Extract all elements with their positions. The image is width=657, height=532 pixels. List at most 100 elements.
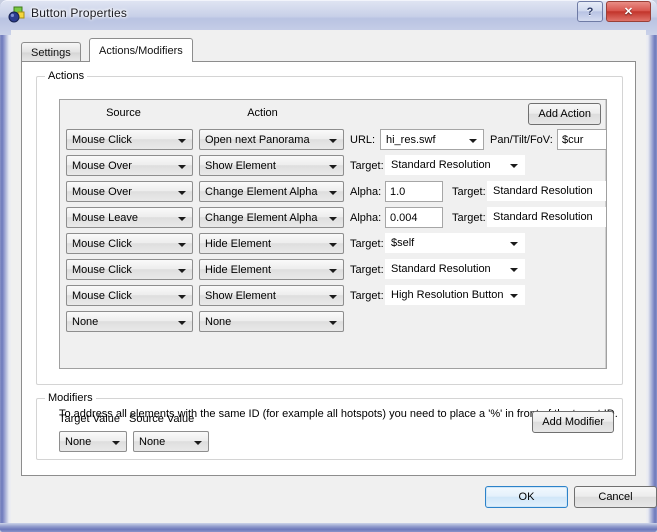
action-row: None None: [60, 311, 606, 338]
action-row-4-target-label: Target:: [452, 211, 486, 224]
action-row-5-source-select[interactable]: Mouse Click: [66, 233, 193, 254]
tab-strip: Settings Actions/Modifiers: [21, 38, 636, 62]
cancel-button-label: Cancel: [598, 491, 633, 503]
action-row-6-target-label: Target:: [350, 263, 384, 276]
action-row-5-target-select[interactable]: $self: [385, 233, 525, 253]
action-row-5-target-value: $self: [391, 237, 415, 249]
action-row-2-target-value: Standard Resolution: [391, 159, 491, 171]
action-row-3-target-value: Standard Resolution: [493, 185, 593, 197]
chevron-down-icon: [194, 440, 202, 445]
action-row-1-source-select[interactable]: Mouse Click: [66, 129, 193, 150]
add-action-button[interactable]: Add Action: [528, 103, 601, 125]
action-row-1-url-value: hi_res.swf: [386, 133, 436, 146]
action-row-1-source-value: Mouse Click: [72, 133, 132, 146]
column-header-source: Source: [106, 107, 141, 119]
window-title: Button Properties: [31, 6, 128, 20]
action-row-5-source-value: Mouse Click: [72, 237, 132, 250]
chevron-down-icon: [178, 268, 186, 273]
action-row: Mouse Over Show Element Target: Standard…: [60, 155, 606, 182]
action-row-1-pantilt-label: Pan/Tilt/FoV:: [490, 133, 553, 146]
chevron-down-icon: [329, 242, 337, 247]
action-row-6-source-select[interactable]: Mouse Click: [66, 259, 193, 280]
action-row-4-action-select[interactable]: Change Element Alpha: [199, 207, 344, 228]
chevron-down-icon: [329, 164, 337, 169]
action-row-7-target-select[interactable]: High Resolution Button: [385, 285, 525, 305]
tab-actions-modifiers[interactable]: Actions/Modifiers: [89, 38, 193, 62]
action-row-1-url-label: URL:: [350, 133, 376, 146]
action-row: Mouse Leave Change Element Alpha Alpha: …: [60, 207, 606, 234]
modifier-source-value: None: [139, 435, 166, 448]
tab-panel-actions-modifiers: Actions Source Action Add Action Mouse C…: [21, 61, 636, 476]
action-row-5-action-select[interactable]: Hide Element: [199, 233, 344, 254]
chevron-down-icon: [510, 164, 518, 168]
add-modifier-button[interactable]: Add Modifier: [532, 411, 614, 433]
action-row-4-target-value: Standard Resolution: [493, 211, 593, 223]
action-row-4-target-select[interactable]: Standard Resolution: [487, 207, 606, 227]
action-row-1-action-select[interactable]: Open next Panorama: [199, 129, 344, 150]
chevron-down-icon: [178, 164, 186, 169]
action-row: Mouse Over Change Element Alpha Alpha: 1…: [60, 181, 606, 208]
window-frame-bottom: [0, 523, 657, 532]
modifier-target-value: None: [65, 435, 92, 448]
action-row-8-source-select[interactable]: None: [66, 311, 193, 332]
action-row-8-source-value: None: [72, 315, 99, 328]
action-row-3-source-value: Mouse Over: [72, 185, 132, 198]
action-row: Mouse Click Show Element Target: High Re…: [60, 285, 606, 312]
tab-settings[interactable]: Settings: [21, 42, 81, 62]
action-row-7-source-select[interactable]: Mouse Click: [66, 285, 193, 306]
actions-groupbox: Actions Source Action Add Action Mouse C…: [36, 70, 623, 420]
action-row-2-target-select[interactable]: Standard Resolution: [385, 155, 525, 175]
action-row-8-action-value: None: [205, 315, 232, 328]
chevron-down-icon: [469, 138, 477, 143]
chevron-down-icon: [178, 216, 186, 221]
chevron-down-icon: [329, 138, 337, 143]
dialog-window: Button Properties ? ✕ Settings Actions/M…: [0, 0, 657, 532]
chevron-down-icon: [510, 294, 518, 298]
action-row-1-url-combo[interactable]: hi_res.swf: [380, 129, 484, 150]
action-row-8-action-select[interactable]: None: [199, 311, 344, 332]
action-row-3-action-select[interactable]: Change Element Alpha: [199, 181, 344, 202]
action-row-2-source-value: Mouse Over: [72, 159, 132, 172]
action-row-6-action-value: Hide Element: [205, 263, 272, 276]
action-row-3-source-select[interactable]: Mouse Over: [66, 181, 193, 202]
dialog-client-area: Settings Actions/Modifiers Actions Sourc…: [11, 30, 657, 522]
action-row-2-source-select[interactable]: Mouse Over: [66, 155, 193, 176]
action-row-6-target-value: Standard Resolution: [391, 263, 491, 275]
help-icon: ?: [586, 5, 594, 18]
action-row-7-source-value: Mouse Click: [72, 289, 132, 302]
app-icon: [8, 6, 25, 23]
chevron-down-icon: [329, 190, 337, 195]
action-row-4-alpha-value: 0.004: [390, 211, 418, 224]
ok-button[interactable]: OK: [485, 486, 568, 508]
action-row-6-target-select[interactable]: Standard Resolution: [385, 259, 525, 279]
modifier-source-value-select[interactable]: None: [133, 431, 209, 452]
chevron-down-icon: [510, 242, 518, 246]
action-row-3-action-value: Change Element Alpha: [205, 185, 318, 198]
action-row-2-action-select[interactable]: Show Element: [199, 155, 344, 176]
action-row-3-alpha-input[interactable]: 1.0: [385, 181, 443, 202]
action-row-1-action-value: Open next Panorama: [205, 133, 310, 146]
help-button[interactable]: ?: [577, 1, 603, 22]
action-row-2-target-label: Target:: [350, 159, 384, 172]
close-button[interactable]: ✕: [606, 1, 651, 22]
add-modifier-button-label: Add Modifier: [542, 416, 604, 428]
action-row-7-target-value: High Resolution Button: [391, 289, 504, 301]
modifier-target-value-select[interactable]: None: [59, 431, 127, 452]
action-row-3-target-select[interactable]: Standard Resolution: [487, 181, 606, 201]
modifier-source-value-label: Source Value: [129, 413, 195, 425]
action-row-3-alpha-value: 1.0: [390, 185, 406, 198]
action-row-4-action-value: Change Element Alpha: [205, 211, 318, 224]
title-bar[interactable]: Button Properties ? ✕: [0, 0, 657, 30]
action-row-7-action-select[interactable]: Show Element: [199, 285, 344, 306]
cancel-button[interactable]: Cancel: [574, 486, 657, 508]
action-row: Mouse Click Hide Element Target: Standar…: [60, 259, 606, 286]
action-row-4-source-select[interactable]: Mouse Leave: [66, 207, 193, 228]
action-row-4-alpha-input[interactable]: 0.004: [385, 207, 443, 228]
action-row-1-pantilt-value: $cur: [562, 133, 584, 146]
action-row-6-action-select[interactable]: Hide Element: [199, 259, 344, 280]
action-row-1-pantilt-input[interactable]: $cur: [557, 129, 606, 150]
chevron-down-icon: [329, 294, 337, 299]
action-row-4-source-value: Mouse Leave: [72, 211, 139, 224]
chevron-down-icon: [329, 216, 337, 221]
action-row-6-source-value: Mouse Click: [72, 263, 132, 276]
